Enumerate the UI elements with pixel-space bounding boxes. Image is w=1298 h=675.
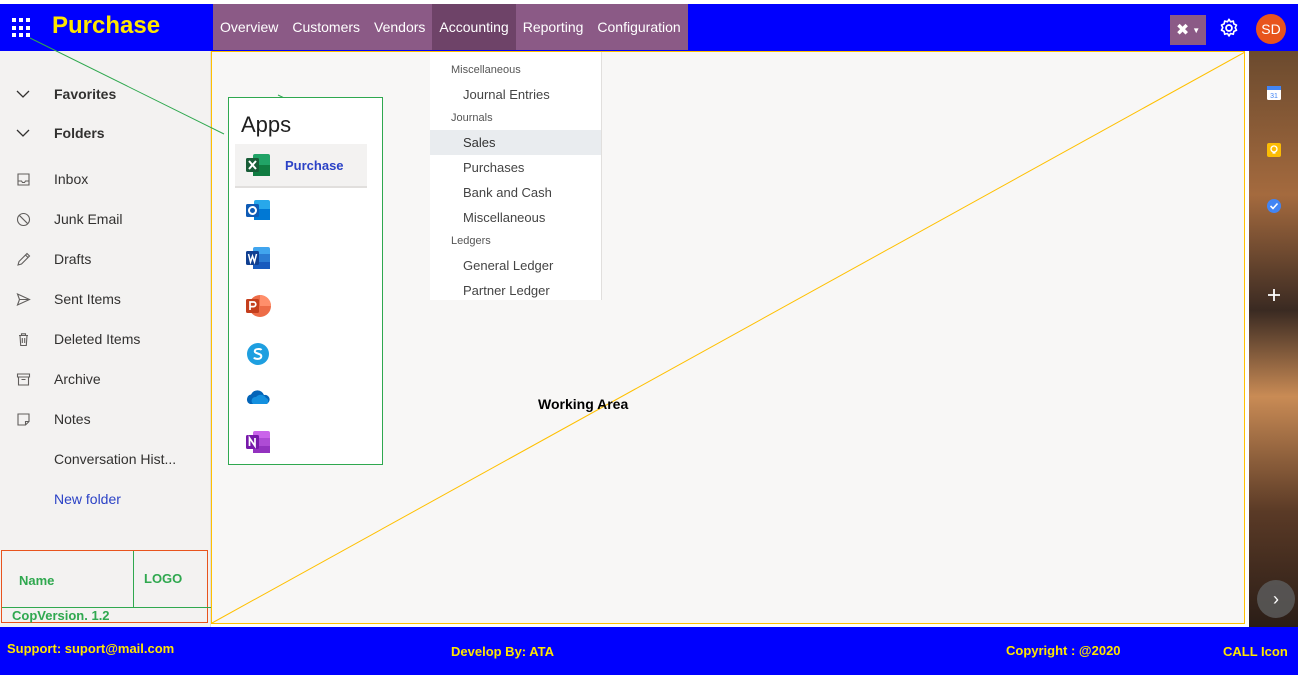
block-icon [15, 211, 31, 227]
new-folder-label: New folder [54, 491, 121, 507]
nav-accounting[interactable]: Accounting [432, 4, 516, 50]
pencil-icon [15, 251, 31, 267]
app-outlook[interactable] [235, 188, 367, 232]
keep-icon[interactable] [1266, 142, 1282, 158]
sidebar-item-conversation-history[interactable]: Conversation Hist... [0, 439, 211, 479]
app-powerpoint[interactable] [235, 284, 367, 328]
caret-down-icon: ▼ [1192, 25, 1201, 35]
sidebar-item-label: Drafts [54, 251, 92, 267]
sidebar-item-label: Notes [54, 411, 91, 427]
app-word[interactable] [235, 236, 367, 280]
app-skype[interactable] [235, 332, 367, 376]
menu-item-label: General Ledger [463, 258, 554, 273]
sidebar-item-archive[interactable]: Archive [0, 359, 211, 399]
menu-item-journal-entries[interactable]: Journal Entries [430, 82, 601, 107]
page: Purchase Overview Customers Vendors Acco… [0, 0, 1298, 675]
skype-icon [247, 343, 269, 365]
developer-text: Develop By: ATA [451, 644, 555, 659]
sidebar-item-sent-items[interactable]: Sent Items [0, 279, 211, 319]
right-rail: 31 › [1249, 51, 1298, 627]
logo-label: LOGO [144, 571, 183, 586]
send-icon [15, 291, 31, 307]
note-icon [15, 411, 31, 427]
menu-item-bank-and-cash[interactable]: Bank and Cash [430, 180, 601, 205]
powerpoint-icon [246, 295, 271, 317]
divider [133, 551, 134, 608]
excel-icon [246, 154, 270, 176]
name-label: Name [19, 573, 55, 588]
dropdown-section-header: Journals [451, 112, 493, 124]
calendar-icon[interactable]: 31 [1266, 85, 1282, 101]
sidebar-item-label: Junk Email [54, 211, 123, 227]
version-label: CopVersion. 1.2 [12, 608, 110, 623]
menu-item-label: Journal Entries [463, 87, 550, 102]
onedrive-icon [246, 390, 270, 404]
sidebar-item-drafts[interactable]: Drafts [0, 239, 211, 279]
call-icon-text[interactable]: CALL Icon [1223, 644, 1288, 659]
sidebar-item-inbox[interactable]: Inbox [0, 159, 211, 199]
menu-item-label: Purchases [463, 160, 525, 175]
sidebar-item-junk-email[interactable]: Junk Email [0, 199, 211, 239]
tools-button[interactable]: ✖ ▼ [1170, 15, 1206, 45]
dropdown-section-header: Miscellaneous [451, 64, 521, 76]
sidebar-item-label: Deleted Items [54, 331, 141, 347]
nav-reporting[interactable]: Reporting [516, 4, 591, 50]
app-purchase[interactable]: Purchase [235, 144, 367, 188]
sidebar-item-notes[interactable]: Notes [0, 399, 211, 439]
plus-icon[interactable] [1266, 287, 1282, 303]
app-onenote[interactable] [235, 420, 367, 464]
tasks-icon[interactable] [1266, 198, 1282, 214]
outlook-icon [246, 200, 270, 220]
app-onedrive[interactable] [235, 376, 367, 420]
menu-item-label: Sales [463, 135, 496, 150]
menu-item-label: Partner Ledger [463, 283, 550, 298]
sidebar-item-label: Conversation Hist... [54, 451, 177, 467]
sidebar-item-label: Inbox [54, 171, 89, 187]
menu-item-miscellaneous[interactable]: Miscellaneous [430, 205, 601, 230]
new-folder-link[interactable]: New folder [0, 479, 211, 519]
sidebar-item-label: Archive [54, 371, 101, 387]
sidebar-item-deleted-items[interactable]: Deleted Items [0, 319, 211, 359]
nav-configuration[interactable]: Configuration [590, 4, 687, 50]
menu-item-general-ledger[interactable]: General Ledger [430, 253, 601, 278]
name-logo-box: Name LOGO CopVersion. 1.2 [1, 550, 212, 623]
footer: Support: suport@mail.com Develop By: ATA… [0, 627, 1298, 675]
working-area-label: Working Area [538, 396, 629, 412]
menu-item-label: Miscellaneous [463, 210, 546, 225]
menu-item-sales[interactable]: Sales [430, 130, 601, 155]
apps-title: Apps [241, 112, 292, 137]
archive-icon [15, 371, 31, 387]
support-text: Support: suport@mail.com [7, 641, 175, 656]
menu-item-purchases[interactable]: Purchases [430, 155, 601, 180]
copyright-text: Copyright : @2020 [1006, 643, 1121, 658]
app-name: Purchase [285, 157, 344, 173]
onenote-icon [246, 431, 270, 453]
calendar-day: 31 [1270, 93, 1278, 100]
inbox-icon [15, 171, 31, 187]
menu-item-label: Bank and Cash [463, 185, 552, 200]
chevron-right-icon[interactable]: › [1257, 580, 1295, 618]
sidebar-item-label: Sent Items [54, 291, 121, 307]
menu-item-partner-ledger[interactable]: Partner Ledger [430, 278, 601, 303]
word-icon [246, 247, 270, 269]
trash-icon [15, 331, 31, 347]
accounting-dropdown: Miscellaneous Journal Entries Journals S… [430, 52, 602, 300]
tools-icon: ✖ [1175, 22, 1190, 39]
dropdown-section-header: Ledgers [451, 235, 491, 247]
apps-panel: Apps Purchase [228, 97, 383, 465]
gear-icon[interactable] [1218, 17, 1240, 39]
avatar[interactable]: SD [1256, 14, 1286, 44]
